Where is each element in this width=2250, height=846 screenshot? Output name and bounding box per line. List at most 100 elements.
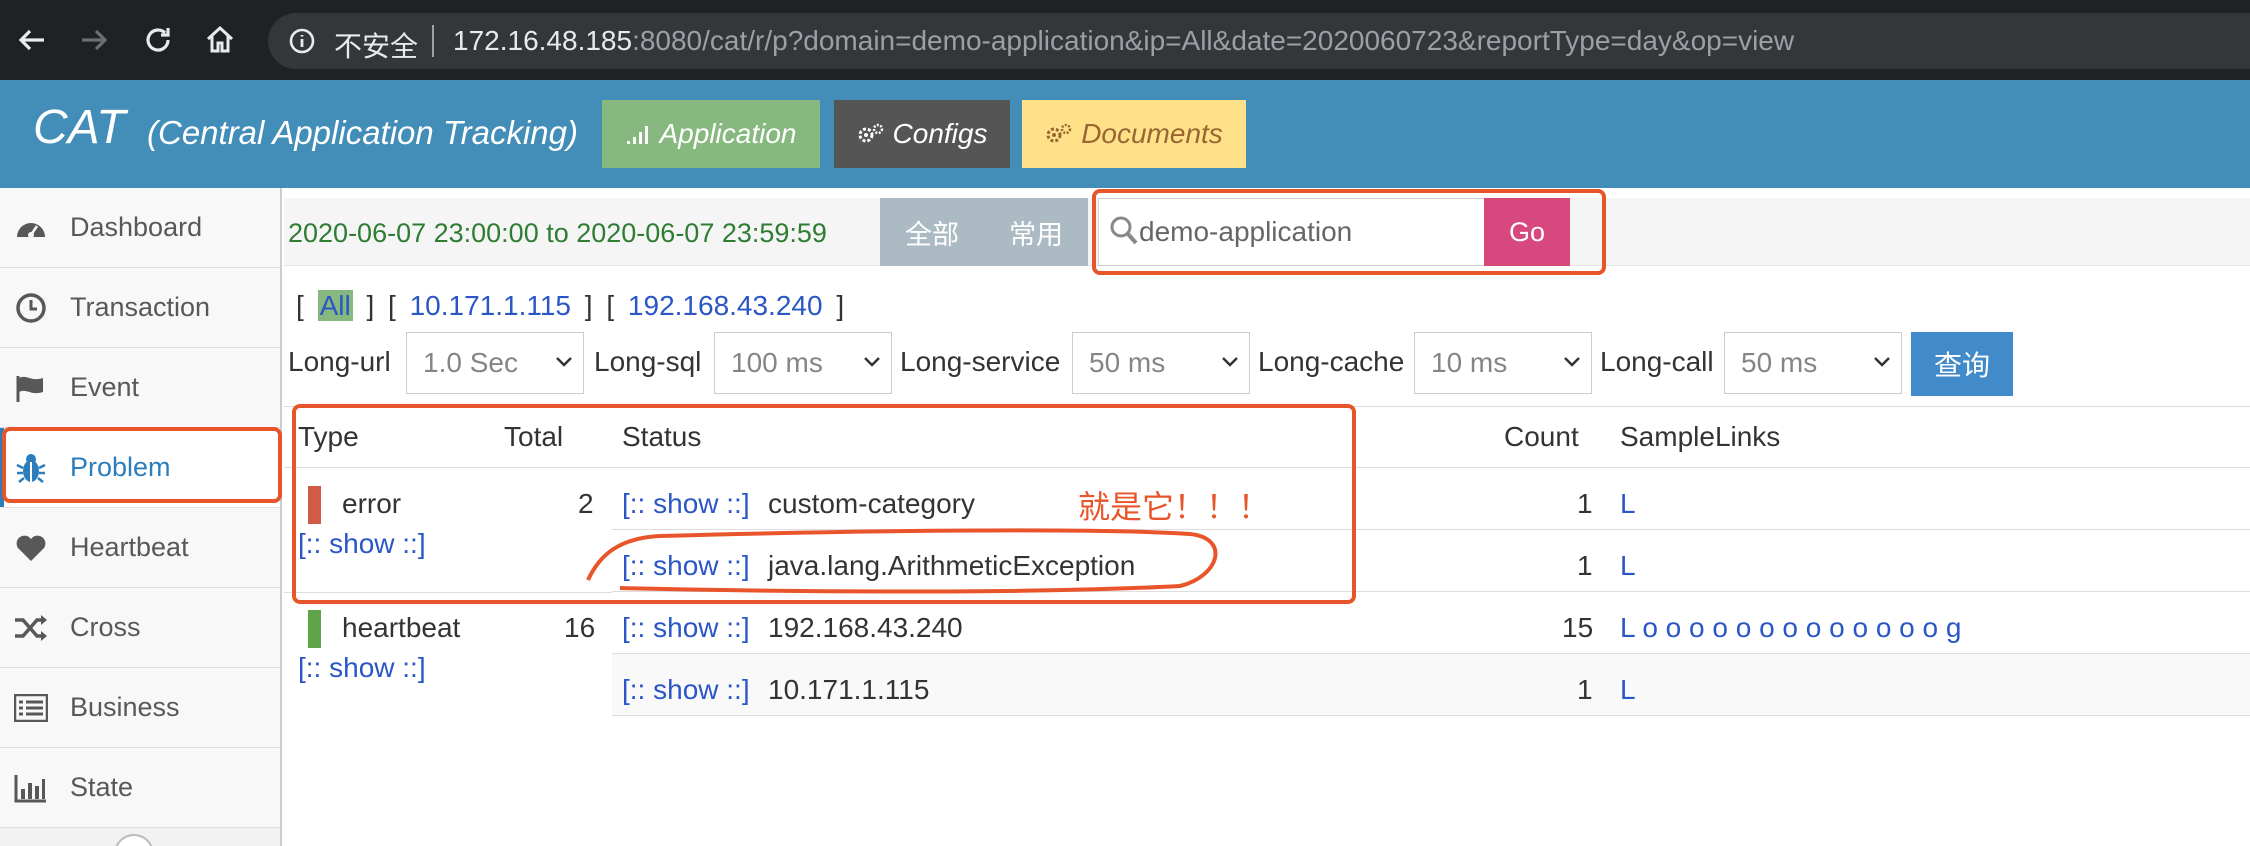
col-count: Count <box>1504 421 1579 452</box>
sidebar-item-problem[interactable]: Problem <box>0 428 280 508</box>
long-url-label: Long-url <box>288 346 391 377</box>
bracket-open: [ <box>296 290 304 321</box>
url-host: 172.16.48.185 <box>453 25 633 56</box>
sidebar-item-state[interactable]: State <box>0 748 280 828</box>
back-arrow-icon <box>18 29 44 51</box>
group-divider <box>284 592 612 593</box>
configs-label: Configs <box>892 118 988 149</box>
address-bar[interactable]: 不安全 172.16.48.185:8080/cat/r/p?domain=de… <box>268 13 2250 69</box>
long-url-select[interactable]: 1.0 Sec <box>406 332 584 394</box>
documents-button[interactable]: Documents <box>1022 100 1246 168</box>
sidebar-item-label: Transaction <box>70 292 211 322</box>
home-button[interactable] <box>198 18 242 62</box>
long-cache-select[interactable]: 10 ms <box>1414 332 1592 394</box>
ip-link[interactable]: 10.171.1.115 <box>410 290 571 321</box>
long-url-value: 1.0 Sec <box>423 347 518 378</box>
show-type-link[interactable]: [:: show ::] <box>298 652 426 684</box>
search-icon <box>1110 216 1138 245</box>
show-status-link[interactable]: [:: show ::] <box>622 612 750 644</box>
status-name: 10.171.1.115 <box>768 674 930 705</box>
sidebar-item-label: Event <box>70 372 140 402</box>
sidebar-item-dashboard[interactable]: Dashboard <box>0 188 280 268</box>
insecure-label: 不安全 <box>334 31 419 62</box>
status-name: custom-category <box>768 488 975 519</box>
sidebar-item-heartbeat[interactable]: Heartbeat <box>0 508 280 588</box>
ip-filter-row: [ All ] [ 10.171.1.115 ] [ 192.168.43.24… <box>296 290 850 322</box>
app-header: CAT (Central Application Tracking) Appli… <box>0 80 2250 188</box>
go-button[interactable]: Go <box>1484 198 1570 266</box>
long-sql-select[interactable]: 100 ms <box>714 332 892 394</box>
col-total: Total <box>504 421 564 452</box>
url-path: :8080/cat/r/p?domain=demo-application&ip… <box>632 25 1795 56</box>
col-type: Type <box>298 421 359 452</box>
toggle-all[interactable]: 全部 <box>905 213 959 252</box>
clock-icon <box>12 289 50 327</box>
long-cache-label: Long-cache <box>1258 346 1405 377</box>
long-sql-value: 100 ms <box>731 347 823 378</box>
show-status-link[interactable]: [:: show ::] <box>622 674 750 706</box>
toggle-common[interactable]: 常用 <box>1009 213 1063 252</box>
cogs-icon <box>858 123 883 143</box>
total-heartbeat: 16 <box>564 612 596 643</box>
ip-link[interactable]: 192.168.43.240 <box>628 290 823 321</box>
long-service-select[interactable]: 50 ms <box>1072 332 1250 394</box>
sample-link[interactable]: L o o o o o o o o o o o o o g <box>1620 612 1961 644</box>
sidebar-item-label: Business <box>70 692 180 722</box>
info-icon[interactable] <box>288 27 316 55</box>
show-type-link[interactable]: [:: show ::] <box>298 528 426 560</box>
sample-link[interactable]: L <box>1620 550 1636 582</box>
domain-toggle: 全部 常用 <box>880 198 1088 266</box>
cogs-icon <box>1046 123 1072 143</box>
show-status-link[interactable]: [:: show ::] <box>622 488 750 520</box>
bracket-open: [ <box>388 290 396 321</box>
bar-chart-icon <box>12 769 50 807</box>
ip-all-link[interactable]: All <box>317 290 353 321</box>
count-value: 1 <box>1577 550 1593 581</box>
list-icon <box>12 689 50 727</box>
collapse-toggle[interactable] <box>114 834 154 846</box>
long-cache-value: 10 ms <box>1431 347 1508 378</box>
status-name: 192.168.43.240 <box>768 612 963 643</box>
sidebar-item-label: Cross <box>70 612 141 642</box>
time-range: 2020-06-07 23:00:00 to 2020-06-07 23:59:… <box>288 218 827 248</box>
bracket-close: ] <box>584 290 593 321</box>
application-label: Application <box>659 118 797 149</box>
back-button[interactable] <box>10 18 54 62</box>
query-button[interactable]: 查询 <box>1911 332 2013 396</box>
annotation-ellipse <box>586 528 1218 594</box>
random-icon <box>12 609 50 647</box>
bracket-close: ] <box>366 290 375 321</box>
dashboard-icon <box>12 209 50 247</box>
url-text[interactable]: 172.16.48.185:8080/cat/r/p?domain=demo-a… <box>453 25 1794 57</box>
long-call-select[interactable]: 50 ms <box>1724 332 1902 394</box>
sidebar-item-cross[interactable]: Cross <box>0 588 280 668</box>
long-call-label: Long-call <box>1600 346 1714 377</box>
reload-button[interactable] <box>136 18 180 62</box>
sidebar-item-business[interactable]: Business <box>0 668 280 748</box>
logo[interactable]: CAT <box>33 100 125 155</box>
application-button[interactable]: Application <box>602 100 820 168</box>
bug-icon <box>12 449 50 487</box>
sample-link[interactable]: L <box>1620 674 1636 706</box>
col-status: Status <box>622 421 702 452</box>
total-error: 2 <box>578 488 594 519</box>
sample-link[interactable]: L <box>1620 488 1636 520</box>
signal-icon <box>626 126 648 144</box>
chevron-down-icon <box>1564 357 1580 367</box>
chevron-down-icon <box>1222 357 1238 367</box>
heartbeat-marker <box>308 610 321 648</box>
flag-icon <box>12 369 50 407</box>
sidebar: Dashboard Transaction Event Problem Hear… <box>0 188 282 846</box>
sidebar-item-label: State <box>70 772 134 802</box>
bracket-open: [ <box>606 290 615 321</box>
forward-button[interactable] <box>72 18 116 62</box>
sidebar-item-event[interactable]: Event <box>0 348 280 428</box>
sidebar-item-transaction[interactable]: Transaction <box>0 268 280 348</box>
count-value: 15 <box>1562 612 1594 643</box>
configs-button[interactable]: Configs <box>834 100 1010 168</box>
long-call-value: 50 ms <box>1741 347 1818 378</box>
range-bar: 2020-06-07 23:00:00 to 2020-06-07 23:59:… <box>284 198 2250 266</box>
domain-input[interactable] <box>1139 209 1479 255</box>
sidebar-item-label: Problem <box>70 452 171 482</box>
chevron-down-icon <box>1874 357 1890 367</box>
